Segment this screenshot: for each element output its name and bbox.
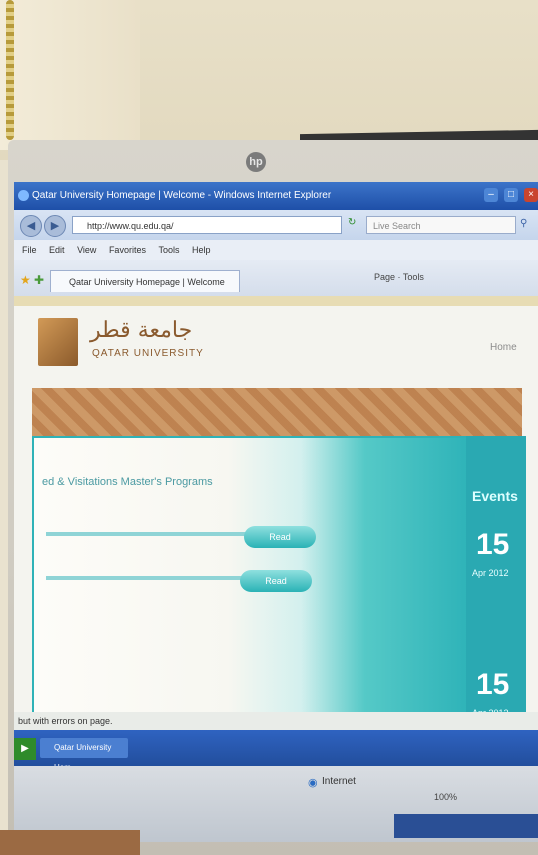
logo-arabic-text: جامعة قطر [90,318,193,343]
ie-icon [18,190,29,201]
command-bar[interactable]: Page · Tools [374,272,424,282]
menu-edit[interactable]: Edit [49,245,65,255]
minimize-button[interactable]: – [484,188,498,202]
menu-file[interactable]: File [22,245,37,255]
add-favorite-icon[interactable]: ✚ [34,274,46,286]
logo-english-text: QATAR UNIVERSITY [92,348,204,359]
banner-text-line [46,532,246,536]
home-link[interactable]: Home [490,342,517,353]
taskbar: ▶ Qatar University Hom... [14,730,538,772]
bead-chain [6,0,14,140]
menu-tools[interactable]: Tools [158,245,179,255]
desk-surface [0,830,140,855]
system-tray [394,814,538,838]
favorites-star-icon[interactable]: ★ [20,274,32,286]
close-button[interactable]: × [524,188,538,202]
banner-text-line [46,576,246,580]
globe-icon: ◉ [308,777,318,789]
event-day[interactable]: 15 [476,668,509,702]
search-icon[interactable]: ⚲ [520,218,527,229]
tab-row: ★ ✚ Qatar University Homepage | Welcome … [14,260,538,296]
menu-help[interactable]: Help [192,245,211,255]
events-title[interactable]: Events [472,488,518,504]
event-month: Apr 2012 [472,568,509,578]
read-more-button[interactable]: Read [244,526,316,548]
hp-logo-icon: hp [246,152,266,172]
zone-label: Internet [322,776,356,787]
window-titlebar: Qatar University Homepage | Welcome - Wi… [14,182,538,210]
qu-logo-icon[interactable] [38,318,78,366]
start-button[interactable]: ▶ [14,738,36,760]
menu-bar: File Edit View Favorites Tools Help [14,240,538,260]
menu-favorites[interactable]: Favorites [109,245,146,255]
search-input[interactable]: Live Search [366,216,516,234]
maximize-button[interactable]: □ [504,188,518,202]
taskbar-item-ie[interactable]: Qatar University Hom... [40,738,128,772]
address-bar[interactable]: http://www.qu.edu.qa/ [72,216,342,234]
forward-button[interactable]: ▶ [44,215,66,237]
back-button[interactable]: ◀ [20,215,42,237]
status-message: but with errors on page. [14,712,538,730]
decorative-pattern-band [32,388,522,436]
news-banner: ed & Visitations Master's Programs Read … [32,436,522,726]
event-day[interactable]: 15 [476,528,509,562]
window-title: Qatar University Homepage | Welcome - Wi… [32,190,332,201]
refresh-icon[interactable]: ↻ [348,217,356,228]
menu-view[interactable]: View [77,245,96,255]
monitor-screen: Qatar University Homepage | Welcome - Wi… [14,182,538,842]
tab-qatar-university[interactable]: Qatar University Homepage | Welcome [50,270,240,292]
read-more-button[interactable]: Read [240,570,312,592]
curtain [0,0,140,150]
banner-heading: ed & Visitations Master's Programs [42,476,213,488]
page-top-strip [14,296,538,306]
navigation-bar: ◀ ▶ http://www.qu.edu.qa/ ↻ Live Search … [14,210,538,240]
zoom-level[interactable]: 100% [434,792,457,802]
